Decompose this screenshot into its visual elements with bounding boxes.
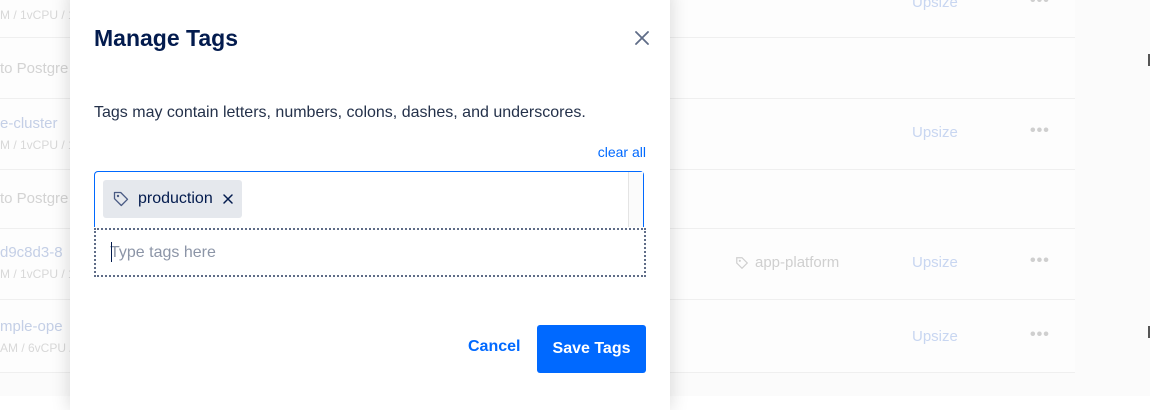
row-meta: M / 1vCPU / 1 — [0, 8, 75, 22]
close-icon — [222, 194, 233, 204]
clear-all-link[interactable]: clear all — [598, 144, 646, 160]
row-name: to Postgre — [0, 190, 69, 207]
remove-tag-button[interactable] — [222, 193, 234, 205]
tag-list-scrollbar[interactable] — [628, 172, 643, 227]
upsize-link[interactable]: Upsize — [912, 0, 958, 11]
more-icon[interactable]: ••• — [1030, 0, 1050, 10]
tag-icon — [736, 256, 749, 269]
tag-chip-label: production — [138, 190, 213, 207]
close-button[interactable] — [632, 28, 652, 48]
more-icon[interactable]: ••• — [1030, 326, 1050, 344]
row-tag[interactable]: app-platform — [735, 254, 839, 271]
row-name: to Postgre — [0, 60, 69, 77]
row-meta: M / 1vCPU / 1 — [0, 138, 75, 152]
text-caret — [111, 242, 112, 262]
upsize-link[interactable]: Upsize — [912, 328, 958, 345]
row-tag-label: app-platform — [755, 254, 840, 271]
tag-chip: production — [103, 180, 242, 218]
close-icon — [635, 31, 649, 45]
cancel-button[interactable]: Cancel — [468, 338, 520, 356]
upsize-link[interactable]: Upsize — [912, 124, 958, 141]
row-meta: M / 1vCPU / 1 — [0, 267, 75, 281]
tag-list: production — [94, 171, 644, 227]
upsize-link[interactable]: Upsize — [912, 254, 958, 271]
row-name[interactable]: d9c8d3-8 — [0, 244, 63, 261]
helper-text: Tags may contain letters, numbers, colon… — [94, 104, 586, 121]
tag-icon — [113, 191, 129, 207]
row-meta: AM / 6vCPU / — [0, 341, 73, 355]
tag-input[interactable] — [94, 228, 646, 277]
more-icon[interactable]: ••• — [1030, 252, 1050, 270]
row-name[interactable]: mple-ope — [0, 318, 63, 335]
row-name[interactable]: e-cluster — [0, 115, 58, 132]
more-icon[interactable]: ••• — [1030, 122, 1050, 140]
save-tags-button[interactable]: Save Tags — [537, 325, 646, 373]
modal-title: Manage Tags — [94, 25, 238, 51]
manage-tags-modal: Manage Tags Tags may contain letters, nu… — [70, 0, 670, 410]
